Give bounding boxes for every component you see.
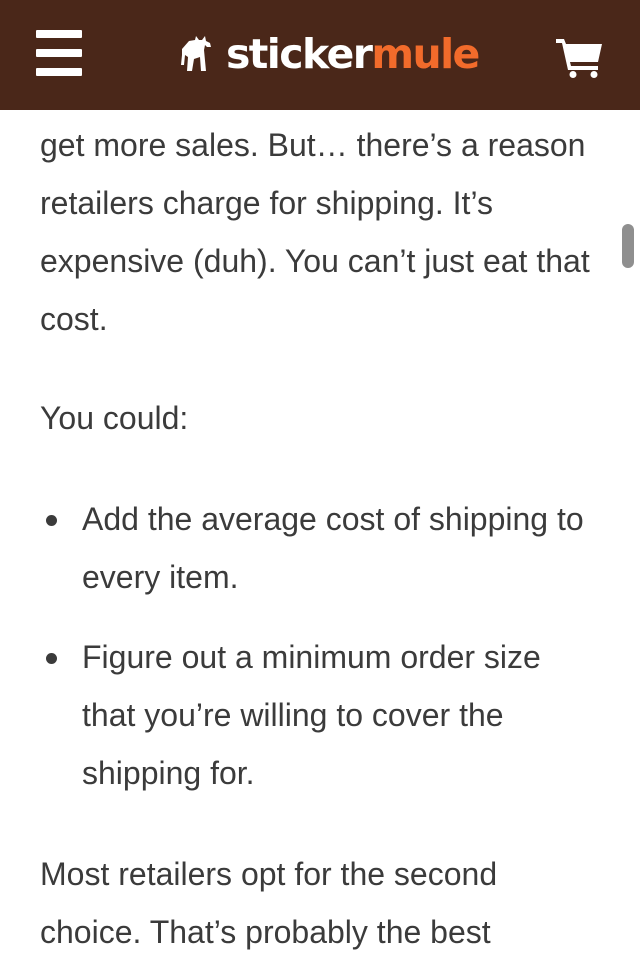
- article-paragraph: You could:: [40, 400, 189, 436]
- bullet-list: Add the average cost of shipping to ever…: [40, 490, 600, 824]
- logo-sticker-text: sticker: [226, 30, 373, 78]
- mule-logo-icon: [181, 36, 211, 71]
- article-paragraph: get more sales. But… there’s a reason re…: [40, 127, 590, 337]
- list-item-text: Figure out a minimum order size that you…: [82, 639, 541, 791]
- scrollbar-thumb[interactable]: [622, 224, 634, 268]
- shopping-cart-icon: [556, 39, 602, 78]
- site-header: stickermule: [0, 0, 640, 110]
- site-logo[interactable]: stickermule: [180, 26, 480, 82]
- logo-mule-text: mule: [371, 30, 480, 78]
- bullet-icon: [46, 515, 57, 526]
- list-item: Figure out a minimum order size that you…: [40, 628, 600, 802]
- hamburger-menu-icon: [36, 30, 82, 38]
- menu-button[interactable]: [36, 30, 82, 76]
- cart-button[interactable]: [556, 36, 604, 78]
- list-item-text: Add the average cost of shipping to ever…: [82, 501, 584, 595]
- article-paragraph: Most retailers opt for the second choice…: [40, 856, 498, 950]
- list-item: Add the average cost of shipping to ever…: [40, 490, 600, 606]
- logo-wordmark: stickermule: [226, 26, 480, 82]
- bullet-icon: [46, 653, 57, 664]
